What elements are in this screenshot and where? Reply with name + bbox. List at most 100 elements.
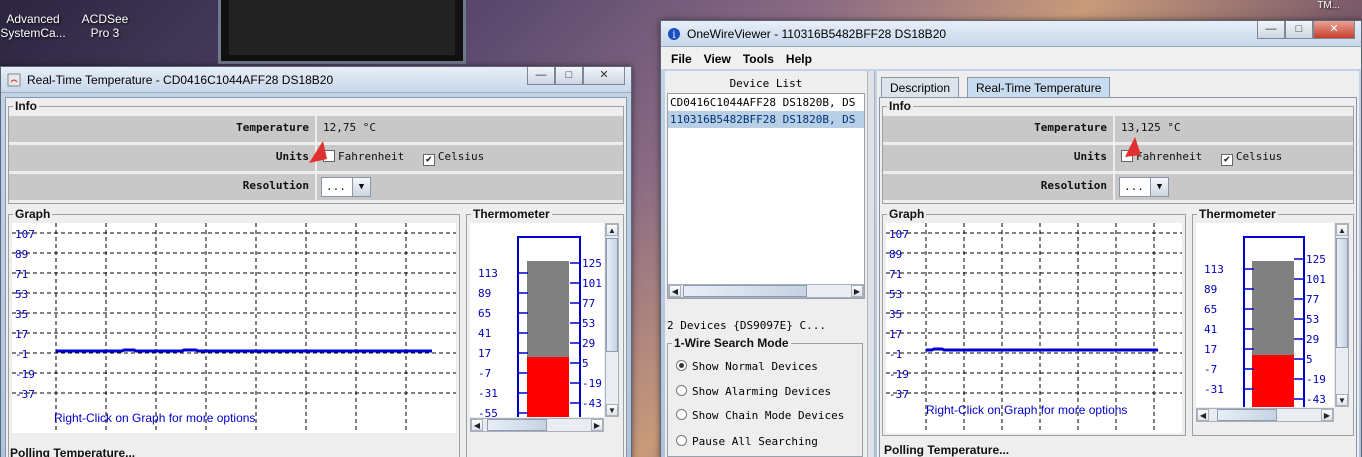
device-count: 2 Devices {DS9097E} C... bbox=[667, 319, 826, 332]
device-list-item-selected[interactable]: 110316B5482BFF28 DS1820B, DS bbox=[668, 111, 864, 128]
y-tick-label: -1 bbox=[889, 348, 903, 361]
maximize-button[interactable]: □ bbox=[1285, 21, 1313, 39]
pane-splitter[interactable] bbox=[867, 71, 875, 457]
scroll-thumb[interactable] bbox=[1336, 238, 1348, 348]
scroll-left-icon[interactable]: ◀ bbox=[669, 285, 681, 297]
thermo-right-tick: 101 bbox=[1306, 273, 1326, 286]
menu-bar: File View Tools Help bbox=[661, 47, 1361, 69]
device-detail-pane: Description Real-Time Temperature Info T… bbox=[877, 71, 1359, 457]
y-tick-label: 71 bbox=[889, 268, 903, 281]
menu-file[interactable]: File bbox=[671, 52, 692, 69]
search-mode-option[interactable]: Show Alarming Devices bbox=[676, 385, 831, 398]
thermo-right-tick: 53 bbox=[582, 317, 596, 330]
thermo-right-tick: 5 bbox=[582, 357, 589, 370]
desktop-icon-label: ACDSee Pro 3 bbox=[81, 12, 129, 40]
y-tick-label: 107 bbox=[889, 228, 909, 241]
units-value: Fahrenheit ✔ Celsius bbox=[309, 141, 623, 171]
y-tick-label: 89 bbox=[15, 248, 29, 261]
thermo-right-tick: 29 bbox=[1306, 333, 1320, 346]
celsius-checkbox[interactable]: ✔ bbox=[422, 154, 435, 166]
minimize-button[interactable]: — bbox=[1257, 21, 1285, 39]
menu-tools[interactable]: Tools bbox=[743, 52, 774, 69]
title-bar[interactable]: i OneWireViewer - 110316B5482BFF28 DS18B… bbox=[661, 21, 1361, 47]
device-list-item[interactable]: CD0416C1044AFF28 DS1820B, DS bbox=[668, 94, 864, 111]
status-text: Polling Temperature... bbox=[884, 443, 1010, 457]
close-icon: ✕ bbox=[1329, 23, 1339, 35]
search-mode-option[interactable]: Show Chain Mode Devices bbox=[676, 409, 844, 422]
scroll-right-icon[interactable]: ▶ bbox=[591, 419, 603, 431]
scroll-thumb[interactable] bbox=[606, 238, 618, 352]
search-mode-label: Show Alarming Devices bbox=[692, 385, 832, 398]
thermo-left-tick: 65 bbox=[478, 307, 492, 320]
scroll-up-icon[interactable]: ▲ bbox=[606, 224, 618, 236]
thermometer-horizontal-scrollbar[interactable]: ◀ ▶ bbox=[1196, 408, 1334, 422]
menu-view[interactable]: View bbox=[704, 52, 731, 69]
scroll-right-icon[interactable]: ▶ bbox=[851, 285, 863, 297]
resolution-selected: ... bbox=[1124, 180, 1144, 193]
graph-hint: Right-Click on Graph for more options bbox=[926, 403, 1128, 417]
temperature-graph[interactable]: 107 89 71 53 35 17 -1 -19 -37 Right-Clic… bbox=[12, 223, 456, 433]
graph-group: Graph 107 89 71 53 35 17 -1 -19 -37 Righ… bbox=[8, 207, 460, 457]
scroll-thumb[interactable] bbox=[1217, 409, 1277, 421]
y-tick-label: 35 bbox=[15, 308, 29, 321]
app-icon bbox=[0, 0, 66, 12]
device-list-horizontal-scrollbar[interactable]: ◀ ▶ bbox=[668, 284, 864, 298]
minimize-button[interactable]: — bbox=[527, 67, 555, 85]
desktop-icon-advanced-systemcare[interactable]: Advanced SystemCa... bbox=[0, 0, 66, 40]
scroll-thumb[interactable] bbox=[683, 285, 807, 297]
resolution-dropdown[interactable]: ... ▼ bbox=[321, 177, 371, 197]
chevron-down-icon: ▼ bbox=[352, 178, 370, 196]
tab-description[interactable]: Description bbox=[881, 77, 960, 97]
thermometer-vertical-scrollbar[interactable]: ▲ ▼ bbox=[605, 223, 619, 417]
thermo-left-tick: 89 bbox=[478, 287, 492, 300]
maximize-button[interactable]: □ bbox=[555, 67, 583, 85]
celsius-checkbox[interactable]: ✔ bbox=[1220, 154, 1233, 166]
search-mode-legend: 1-Wire Search Mode bbox=[672, 336, 791, 350]
temperature-graph[interactable]: 107 89 71 53 35 17 -1 -19 -37 Right-Clic… bbox=[886, 223, 1182, 433]
thermometer-panel: 113 89 65 41 17 -7 -31 -55 125 101 77 53… bbox=[470, 223, 604, 417]
scroll-down-icon[interactable]: ▼ bbox=[1336, 394, 1348, 406]
search-mode-label: Show Chain Mode Devices bbox=[692, 409, 845, 422]
thermometer-vertical-scrollbar[interactable]: ▲ ▼ bbox=[1335, 223, 1349, 407]
graph-legend: Graph bbox=[13, 207, 53, 221]
close-button[interactable]: ✕ bbox=[1313, 21, 1355, 39]
search-mode-option[interactable]: Show Normal Devices bbox=[676, 360, 818, 373]
graph-hint: Right-Click on Graph for more options bbox=[54, 411, 256, 425]
thermo-right-tick: -19 bbox=[1306, 373, 1326, 386]
thermometer-fill bbox=[1252, 355, 1294, 407]
scroll-down-icon[interactable]: ▼ bbox=[606, 404, 618, 416]
graph-group: Graph 107 89 71 53 35 17 -1 -19 -37 Righ… bbox=[882, 207, 1186, 436]
info-legend: Info bbox=[887, 99, 913, 113]
resolution-row: Resolution ... ▼ bbox=[9, 174, 623, 200]
menu-help[interactable]: Help bbox=[786, 52, 812, 69]
thermo-right-tick: -43 bbox=[1306, 393, 1326, 406]
thermometer-empty bbox=[1252, 261, 1294, 355]
thermo-right-tick: 5 bbox=[1306, 353, 1313, 366]
tab-realtime-temperature[interactable]: Real-Time Temperature bbox=[967, 77, 1111, 97]
device-list-pane: Device List CD0416C1044AFF28 DS1820B, DS… bbox=[665, 71, 867, 457]
units-row: Units Fahrenheit ✔ Celsius bbox=[9, 141, 623, 171]
thermometer-horizontal-scrollbar[interactable]: ◀ ▶ bbox=[470, 418, 604, 432]
window-content: Info Temperature 12,75 °C Units Fahrenhe… bbox=[5, 97, 627, 457]
resolution-dropdown[interactable]: ... ▼ bbox=[1119, 177, 1169, 197]
radio-selected-icon bbox=[676, 360, 687, 371]
desktop-icon-acdsee[interactable]: ACDSee Pro 3 bbox=[72, 0, 138, 40]
scroll-thumb[interactable] bbox=[487, 419, 547, 431]
units-label: Units bbox=[9, 145, 315, 171]
resolution-value: ... ▼ bbox=[317, 174, 623, 200]
window-title: Real-Time Temperature - CD0416C1044AFF28… bbox=[27, 73, 334, 87]
y-tick-label: 89 bbox=[889, 248, 903, 261]
scroll-right-icon[interactable]: ▶ bbox=[1321, 409, 1333, 421]
thermo-right-tick: 77 bbox=[1306, 293, 1320, 306]
fahrenheit-label: Fahrenheit bbox=[338, 150, 405, 163]
scroll-left-icon[interactable]: ◀ bbox=[1197, 409, 1209, 421]
scroll-up-icon[interactable]: ▲ bbox=[1336, 224, 1348, 236]
annotation-arrow-icon bbox=[309, 141, 327, 163]
device-list: CD0416C1044AFF28 DS1820B, DS 110316B5482… bbox=[667, 93, 865, 299]
thermo-left-tick: 113 bbox=[1204, 263, 1224, 276]
fahrenheit-label: Fahrenheit bbox=[1136, 150, 1203, 163]
close-button[interactable]: ✕ bbox=[583, 67, 625, 85]
search-mode-option[interactable]: Pause All Searching bbox=[676, 435, 818, 448]
title-bar[interactable]: Real-Time Temperature - CD0416C1044AFF28… bbox=[1, 67, 631, 93]
scroll-left-icon[interactable]: ◀ bbox=[471, 419, 483, 431]
